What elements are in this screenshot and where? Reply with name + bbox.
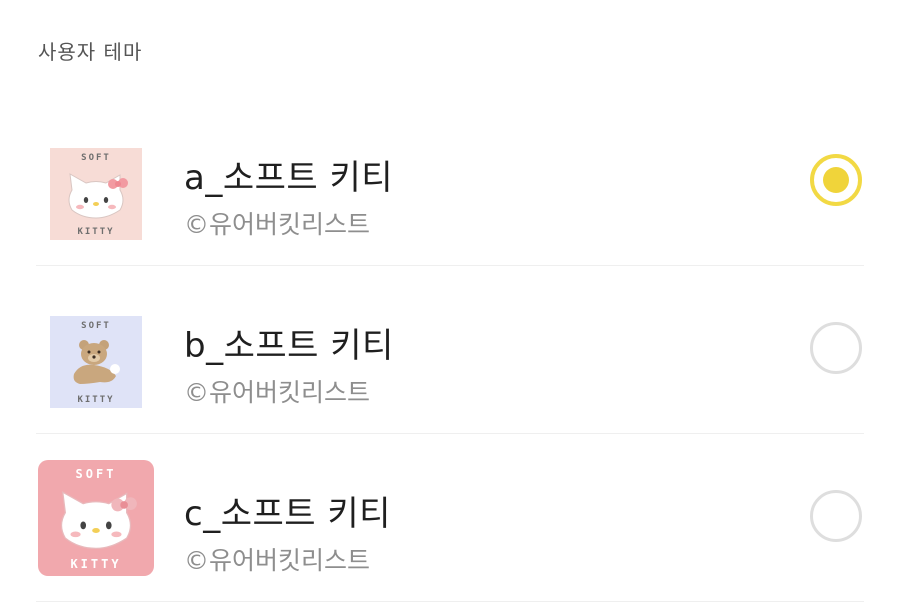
thumbnail-bottom-text: KITTY: [77, 395, 115, 405]
theme-list: SOFT KITTY a_소프트 키티 ©유어버킷리스트 SOFT KITTY …: [0, 98, 900, 602]
theme-thumbnail: SOFT KITTY: [50, 316, 142, 408]
theme-credit: ©유어버킷리스트: [184, 378, 371, 407]
thumbnail-top-text: SOFT: [75, 467, 117, 481]
theme-thumbnail: SOFT KITTY: [50, 148, 142, 240]
theme-thumbnail: SOFT KITTY: [38, 460, 154, 576]
theme-item-a[interactable]: SOFT KITTY a_소프트 키티 ©유어버킷리스트: [0, 98, 900, 266]
radio-button[interactable]: [810, 322, 862, 374]
theme-name: c_소프트 키티: [184, 494, 391, 534]
theme-item-b[interactable]: SOFT KITTY b_소프트 키티 ©유어버킷리스트: [0, 266, 900, 434]
section-title: 사용자 테마: [38, 40, 143, 64]
thumbnail-top-text: SOFT: [81, 153, 111, 163]
theme-credit: ©유어버킷리스트: [184, 546, 371, 575]
bear-plush-icon: [73, 340, 120, 384]
divider: [36, 601, 864, 602]
theme-credit: ©유어버킷리스트: [184, 210, 371, 239]
theme-name: b_소프트 키티: [184, 326, 394, 366]
kitty-face-icon: [60, 490, 137, 550]
kitty-face-icon: [68, 173, 128, 219]
theme-name: a_소프트 키티: [184, 158, 394, 198]
radio-button[interactable]: [810, 490, 862, 542]
theme-item-c[interactable]: SOFT KITTY c_소프트 키티 ©유어버킷리스트: [0, 434, 900, 602]
thumbnail-top-text: SOFT: [81, 321, 111, 331]
thumbnail-bottom-text: KITTY: [77, 227, 115, 237]
radio-button-selected[interactable]: [810, 154, 862, 206]
thumbnail-bottom-text: KITTY: [70, 557, 122, 571]
